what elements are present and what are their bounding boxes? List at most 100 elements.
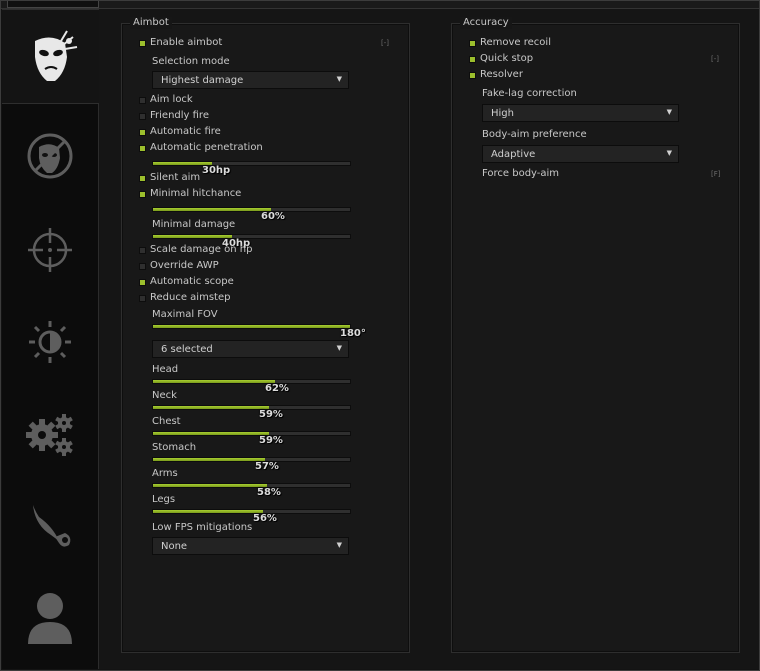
remove-recoil-label: Remove recoil <box>480 37 551 48</box>
automatic-fire-label: Automatic fire <box>150 126 221 137</box>
fake-lag-label: Fake-lag correction <box>482 88 577 99</box>
chest-scale-slider[interactable]: 59% <box>152 431 351 446</box>
neck-scale-slider[interactable]: 59% <box>152 405 351 420</box>
crossed-face-icon <box>25 131 75 181</box>
gears-icon <box>24 409 76 459</box>
settings-tab[interactable] <box>2 387 98 480</box>
enable-aimbot-label: Enable aimbot <box>150 37 223 48</box>
minimal-damage-slider[interactable]: 40hp <box>152 234 351 249</box>
chest-scale-label: Chest <box>152 416 181 427</box>
maximal-fov-slider[interactable]: 180° <box>152 324 366 339</box>
automatic-penetration-checkbox[interactable] <box>139 145 146 152</box>
fake-lag-value: High <box>491 108 514 119</box>
quick-stop-checkbox[interactable] <box>469 56 476 63</box>
arms-scale-label: Arms <box>152 468 178 479</box>
head-scale-label: Head <box>152 364 179 375</box>
visuals-tab[interactable] <box>2 203 98 296</box>
low-fps-label: Low FPS mitigations <box>152 522 253 533</box>
force-body-aim-keybind[interactable]: [F] <box>711 170 721 178</box>
slider-value: 57% <box>255 461 279 472</box>
slider-fill <box>153 406 270 409</box>
scale-damage-label: Scale damage on hp <box>150 244 253 255</box>
maximal-fov-label: Maximal FOV <box>152 309 218 320</box>
slider-value: 58% <box>257 487 281 498</box>
stomach-scale-slider[interactable]: 57% <box>152 457 351 472</box>
chevron-down-icon: ▼ <box>666 108 672 116</box>
aim-lock-checkbox[interactable] <box>139 97 146 104</box>
automatic-scope-label: Automatic scope <box>150 276 234 287</box>
minimal-damage-label: Minimal damage <box>152 219 236 230</box>
legs-scale-label: Legs <box>152 494 176 505</box>
content-area: Aimbot Enable aimbot [-] Selection mode … <box>99 9 759 669</box>
slider-value: 30hp <box>202 165 231 176</box>
legs-scale-slider[interactable]: 56% <box>152 509 351 524</box>
sidebar <box>2 9 99 669</box>
slider-value: 59% <box>259 435 283 446</box>
slider-fill <box>153 380 276 383</box>
neck-scale-label: Neck <box>152 390 177 401</box>
slider-fill <box>153 208 272 211</box>
selection-mode-dropdown[interactable]: Highest damage ▼ <box>152 71 349 89</box>
low-fps-value: None <box>161 541 188 552</box>
quick-stop-keybind[interactable]: [-] <box>711 55 719 63</box>
body-aim-dropdown[interactable]: Adaptive ▼ <box>482 145 679 163</box>
selection-mode-value: Highest damage <box>161 75 244 86</box>
hitchance-slider[interactable]: 60% <box>152 207 351 222</box>
legit-tab[interactable] <box>2 109 98 202</box>
slider-fill <box>153 458 266 461</box>
friendly-fire-label: Friendly fire <box>150 110 209 121</box>
minimal-hitchance-checkbox[interactable] <box>139 191 146 198</box>
hitboxes-value: 6 selected <box>161 344 213 355</box>
automatic-scope-checkbox[interactable] <box>139 279 146 286</box>
slider-value: 56% <box>253 513 277 524</box>
penetration-damage-slider[interactable]: 30hp <box>152 161 351 176</box>
chevron-down-icon: ▼ <box>336 344 342 352</box>
body-aim-label: Body-aim preference <box>482 129 587 140</box>
reduce-aimstep-label: Reduce aimstep <box>150 292 231 303</box>
slider-value: 180° <box>340 328 366 339</box>
crosshair-icon <box>25 225 75 275</box>
silent-aim-checkbox[interactable] <box>139 175 146 182</box>
players-tab[interactable] <box>2 571 98 664</box>
head-scale-slider[interactable]: 62% <box>152 379 351 394</box>
misc-tab[interactable] <box>2 295 98 388</box>
low-fps-dropdown[interactable]: None ▼ <box>152 537 349 555</box>
skins-tab[interactable] <box>2 479 98 572</box>
window-frame: Aimbot Enable aimbot [-] Selection mode … <box>0 0 760 671</box>
slider-value: 60% <box>261 211 285 222</box>
accuracy-group: Accuracy Remove recoil Quick stop [-] Re… <box>451 17 740 653</box>
top-bar <box>1 1 759 9</box>
stomach-scale-label: Stomach <box>152 442 197 453</box>
force-body-aim-label: Force body-aim <box>482 168 560 179</box>
override-awp-checkbox[interactable] <box>139 263 146 270</box>
friendly-fire-checkbox[interactable] <box>139 113 146 120</box>
rage-face-icon <box>21 27 81 87</box>
override-awp-label: Override AWP <box>150 260 219 271</box>
chevron-down-icon: ▼ <box>336 75 342 83</box>
resolver-label: Resolver <box>480 69 523 80</box>
minimal-hitchance-label: Minimal hitchance <box>150 188 242 199</box>
slider-fill <box>153 484 268 487</box>
hitboxes-dropdown[interactable]: 6 selected ▼ <box>152 340 349 358</box>
accuracy-group-title: Accuracy <box>460 17 512 29</box>
slider-value: 59% <box>259 409 283 420</box>
enable-aimbot-checkbox[interactable] <box>139 40 146 47</box>
fake-lag-dropdown[interactable]: High ▼ <box>482 104 679 122</box>
brightness-icon <box>25 317 75 367</box>
resolver-checkbox[interactable] <box>469 72 476 79</box>
slider-fill <box>153 235 232 238</box>
scale-damage-checkbox[interactable] <box>139 247 146 254</box>
rage-tab[interactable] <box>2 9 99 104</box>
arms-scale-slider[interactable]: 58% <box>152 483 351 498</box>
quick-stop-label: Quick stop <box>480 53 534 64</box>
top-bar-tab-indicator <box>7 1 99 8</box>
chevron-down-icon: ▼ <box>666 149 672 157</box>
aimbot-group-title: Aimbot <box>130 17 172 29</box>
reduce-aimstep-checkbox[interactable] <box>139 295 146 302</box>
body-aim-value: Adaptive <box>491 149 536 160</box>
remove-recoil-checkbox[interactable] <box>469 40 476 47</box>
user-icon <box>25 590 75 646</box>
chevron-down-icon: ▼ <box>336 541 342 549</box>
enable-aimbot-keybind[interactable]: [-] <box>381 39 389 47</box>
automatic-fire-checkbox[interactable] <box>139 129 146 136</box>
